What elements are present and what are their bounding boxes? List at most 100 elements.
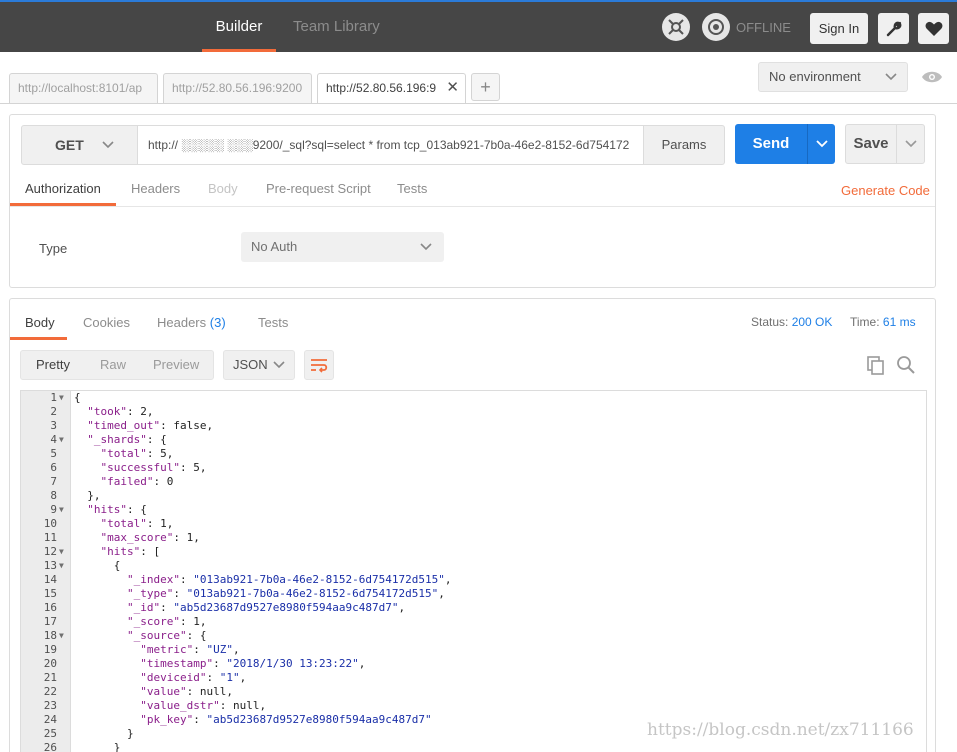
- tab-pre-request-script[interactable]: Pre-request Script: [266, 181, 371, 196]
- status-label: Status:: [751, 315, 789, 329]
- tab-response-headers[interactable]: Headers (3): [157, 315, 226, 330]
- chevron-down-icon: [273, 351, 285, 389]
- wrench-icon[interactable]: [878, 13, 909, 44]
- code-text: "max_score": 1,: [100, 531, 200, 544]
- environment-select[interactable]: No environment: [758, 62, 908, 92]
- code-text: "failed": 0: [100, 475, 174, 488]
- code-text: }: [74, 727, 134, 740]
- code-line: 10 "total": 1,: [21, 517, 921, 531]
- code-text: "timestamp": "2018/1/30 13:23:22",: [140, 657, 366, 670]
- params-button[interactable]: Params: [643, 125, 725, 165]
- code-text: "successful": 5,: [100, 461, 207, 474]
- tab-team-library[interactable]: Team Library: [293, 2, 380, 52]
- code-text: }: [74, 741, 121, 752]
- code-line: 19 "metric": "UZ",: [21, 643, 921, 657]
- code-text: "metric": "UZ",: [140, 643, 240, 656]
- code-line: 23 "value_dstr": null,: [21, 699, 921, 713]
- line-number: 7: [50, 475, 57, 488]
- code-line: 6 "successful": 5,: [21, 461, 921, 475]
- generate-code-link[interactable]: Generate Code: [841, 183, 930, 198]
- request-tab-3[interactable]: http://52.80.56.196:9 ✕: [317, 73, 466, 104]
- time-value: 61 ms: [882, 315, 916, 329]
- code-line: 1 ▼ {: [21, 391, 921, 405]
- fold-toggle-icon[interactable]: ▼: [59, 503, 64, 517]
- code-line: 22 "value": null,: [21, 685, 921, 699]
- sign-in-button[interactable]: Sign In: [810, 13, 868, 44]
- tab-response-tests[interactable]: Tests: [258, 315, 288, 330]
- headers-label: Headers: [157, 315, 207, 330]
- line-number: 9: [50, 503, 57, 516]
- active-tab-indicator: [10, 337, 67, 340]
- line-number: 24: [43, 713, 57, 726]
- tab-body[interactable]: Body: [208, 181, 238, 196]
- save-dropdown-button[interactable]: [896, 124, 925, 164]
- fold-toggle-icon[interactable]: ▼: [59, 629, 64, 643]
- code-line: 14 "_index": "013ab921-7b0a-46e2-8152-6d…: [21, 573, 921, 587]
- request-tab-1[interactable]: http://localhost:8101/ap: [9, 73, 158, 103]
- line-number: 16: [43, 601, 57, 614]
- send-button[interactable]: Send: [735, 124, 807, 164]
- close-icon[interactable]: ✕: [446, 74, 459, 102]
- code-line: 21 "deviceid": "1",: [21, 671, 921, 685]
- code-line: 11 "max_score": 1,: [21, 531, 921, 545]
- line-number: 23: [43, 699, 57, 712]
- add-tab-button[interactable]: +: [471, 73, 500, 101]
- tab-authorization[interactable]: Authorization: [25, 181, 101, 196]
- code-text: "_score": 1,: [126, 615, 207, 628]
- code-line: 9 ▼ "hits": {: [21, 503, 921, 517]
- code-text: {: [74, 559, 121, 572]
- url-input[interactable]: http:// ░░░░░ ░░░9200/_sql?sql=select * …: [137, 125, 647, 165]
- language-select[interactable]: JSON: [223, 350, 295, 380]
- search-icon[interactable]: [896, 355, 916, 375]
- line-number: 21: [43, 671, 57, 684]
- request-tab-2[interactable]: http://52.80.56.196:9200: [163, 73, 312, 103]
- chevron-down-icon: [885, 63, 897, 101]
- tab-response-body[interactable]: Body: [25, 315, 55, 330]
- code-text: "_source": {: [126, 629, 207, 642]
- raw-button[interactable]: Raw: [100, 351, 126, 379]
- status-icon[interactable]: [702, 13, 730, 41]
- chevron-down-icon: [420, 232, 432, 273]
- send-dropdown-button[interactable]: [807, 124, 835, 164]
- fold-toggle-icon[interactable]: ▼: [59, 433, 64, 447]
- line-number: 10: [43, 517, 57, 530]
- code-line: 8 },: [21, 489, 921, 503]
- eye-icon[interactable]: [916, 62, 948, 92]
- response-code-editor[interactable]: 1 ▼{2 "took": 2, 3 "timed_out": false, 4 ▼ "…: [20, 390, 927, 752]
- pretty-button[interactable]: Pretty: [36, 351, 70, 379]
- request-tab-label: http://52.80.56.196:9200: [172, 81, 303, 95]
- line-number: 4: [50, 433, 57, 446]
- auth-type-select[interactable]: No Auth: [241, 232, 444, 262]
- sync-icon[interactable]: [662, 13, 690, 41]
- auth-type-value: No Auth: [251, 239, 298, 254]
- line-number: 1: [50, 391, 57, 404]
- preview-button[interactable]: Preview: [153, 351, 199, 379]
- request-panel: GET http:// ░░░░░ ░░░9200/_sql?sql=selec…: [9, 114, 936, 288]
- fold-toggle-icon[interactable]: ▼: [59, 545, 64, 559]
- type-label: Type: [39, 241, 68, 256]
- fold-toggle-icon[interactable]: ▼: [59, 559, 64, 573]
- tab-cookies[interactable]: Cookies: [83, 315, 130, 330]
- code-text: "total": 5,: [100, 447, 174, 460]
- fold-toggle-icon[interactable]: ▼: [59, 391, 64, 405]
- code-line: 17 "_score": 1,: [21, 615, 921, 629]
- method-select[interactable]: GET: [21, 125, 138, 165]
- code-line: 18 ▼ "_source": {: [21, 629, 921, 643]
- code-text: "_index": "013ab921-7b0a-46e2-8152-6d754…: [126, 573, 452, 586]
- wrap-lines-icon[interactable]: [304, 350, 334, 380]
- tab-tests[interactable]: Tests: [397, 181, 427, 196]
- code-text: },: [74, 489, 101, 502]
- chevron-down-icon: [102, 126, 114, 178]
- line-number: 15: [43, 587, 57, 600]
- tab-headers[interactable]: Headers: [131, 181, 180, 196]
- request-tab-label: http://localhost:8101/ap: [18, 81, 143, 95]
- save-button[interactable]: Save: [845, 124, 897, 164]
- request-tab-label: http://52.80.56.196:9: [326, 81, 437, 95]
- headers-count: (3): [209, 315, 226, 330]
- line-number: 6: [50, 461, 57, 474]
- code-line: 7 "failed": 0: [21, 475, 921, 489]
- heart-icon[interactable]: [918, 13, 949, 44]
- copy-icon[interactable]: [866, 355, 886, 375]
- line-number: 2: [50, 405, 57, 418]
- tab-builder[interactable]: Builder: [202, 2, 276, 52]
